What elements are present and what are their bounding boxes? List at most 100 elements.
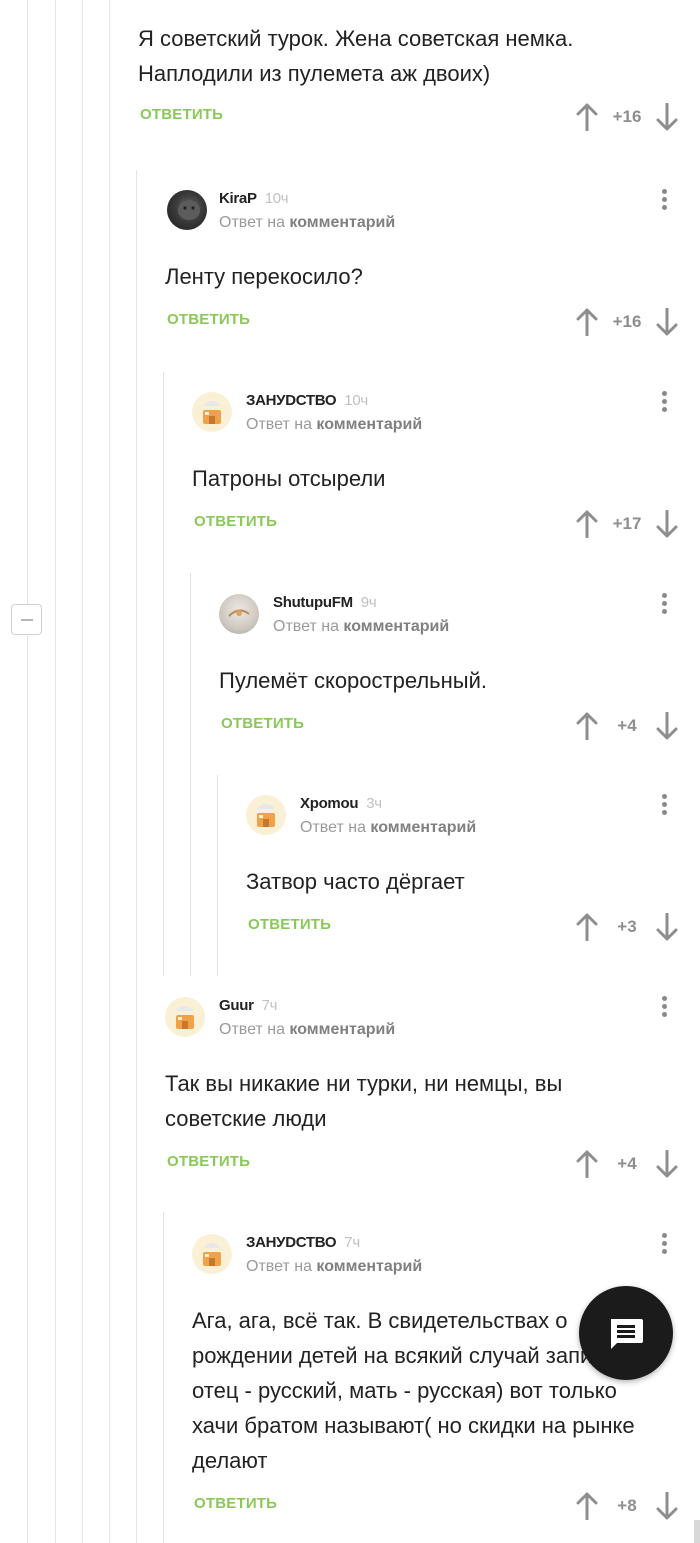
comment-text: Я советский турок. Жена советская немка.… <box>138 26 574 86</box>
avatar[interactable] <box>246 795 286 835</box>
arrow-up-icon[interactable] <box>576 308 598 336</box>
vote-block: +8 <box>576 1486 678 1526</box>
rating: +4 <box>617 716 637 735</box>
comment-time: 10ч <box>264 190 289 207</box>
comment-time: 10ч <box>344 392 368 409</box>
comment-header: ЗАНУDСТВО 7ч Ответ на комментарий <box>192 1233 700 1290</box>
reply-button[interactable]: ОТВЕТИТЬ <box>194 513 277 530</box>
reply-to-line: Ответ на комментарий <box>300 819 477 836</box>
comment: Guur 7ч Ответ на комментарий Так вы никак… <box>165 996 700 1184</box>
arrow-up-icon[interactable] <box>576 1150 598 1178</box>
comment-footer: ОТВЕТИТЬ +17 <box>192 504 700 544</box>
thread-line <box>55 0 56 1543</box>
arrow-down-icon[interactable] <box>656 1492 678 1520</box>
rating: +4 <box>617 1154 637 1173</box>
more-vertical-icon[interactable] <box>654 789 674 819</box>
reply-button[interactable]: ОТВЕТИТЬ <box>221 715 304 732</box>
comment-time: 9ч <box>360 594 377 611</box>
reply-button[interactable]: ОТВЕТИТЬ <box>167 1153 250 1170</box>
reply-to-link[interactable]: комментарий <box>370 819 476 836</box>
rating: +8 <box>617 1496 637 1515</box>
more-vertical-icon[interactable] <box>654 1228 674 1258</box>
thread-line <box>163 372 164 976</box>
comment-text: Затвор часто дёргает <box>246 869 465 894</box>
arrow-up-icon[interactable] <box>576 913 598 941</box>
comment-header: Xpomou 3ч Ответ на комментарий <box>246 794 700 851</box>
avatar[interactable] <box>192 1234 232 1274</box>
author-name[interactable]: KiraP 10ч <box>219 190 289 207</box>
arrow-down-icon[interactable] <box>656 510 678 538</box>
reply-to-link[interactable]: комментарий <box>289 214 395 231</box>
vote-block: +17 <box>576 504 678 544</box>
comment-header: KiraP 10ч Ответ на комментарий <box>165 189 700 246</box>
thread-line <box>217 775 218 976</box>
vote-block: +16 <box>576 302 678 342</box>
reply-button[interactable]: ОТВЕТИТЬ <box>248 916 331 933</box>
arrow-up-icon[interactable] <box>576 103 598 131</box>
author-name[interactable]: Xpomou 3ч <box>300 795 382 812</box>
reply-to-link[interactable]: комментарий <box>289 1021 395 1038</box>
avatar[interactable] <box>167 190 207 230</box>
more-vertical-icon[interactable] <box>654 184 674 214</box>
comment-footer: ОТВЕТИТЬ +16 <box>138 97 700 137</box>
scrollbar[interactable] <box>694 1520 700 1543</box>
rating: +16 <box>612 107 642 126</box>
comment-footer: ОТВЕТИТЬ +4 <box>165 1144 700 1184</box>
reply-to-link[interactable]: комментарий <box>316 1258 422 1275</box>
rating: +16 <box>612 312 642 331</box>
thread-line <box>27 0 28 604</box>
arrow-down-icon[interactable] <box>656 913 678 941</box>
arrow-down-icon[interactable] <box>656 712 678 740</box>
arrow-up-icon[interactable] <box>576 712 598 740</box>
reply-to-link[interactable]: комментарий <box>343 618 449 635</box>
author-name[interactable]: ЗАНУDСТВО 10ч <box>246 392 368 409</box>
thread-line <box>163 1212 164 1543</box>
comment-text: Так вы никакие ни турки, ни немцы, вы со… <box>165 1071 563 1131</box>
author-name[interactable]: ShutupuFM 9ч <box>273 594 377 611</box>
reply-button[interactable]: ОТВЕТИТЬ <box>140 106 223 123</box>
arrow-up-icon[interactable] <box>576 1492 598 1520</box>
avatar[interactable] <box>165 997 205 1037</box>
comment-text: Патроны отсырели <box>192 466 386 491</box>
thread-line <box>82 0 83 1543</box>
reply-button[interactable]: ОТВЕТИТЬ <box>167 311 250 328</box>
arrow-up-icon[interactable] <box>576 510 598 538</box>
avatar[interactable] <box>192 392 232 432</box>
comment-text: Пулемёт скорострельный. <box>219 668 488 693</box>
comment-text: Ленту перекосило? <box>165 264 363 289</box>
rating: +17 <box>612 514 642 533</box>
more-vertical-icon[interactable] <box>654 588 674 618</box>
reply-to-line: Ответ на комментарий <box>273 618 450 635</box>
comment-header: ЗАНУDСТВО 10ч Ответ на комментарий <box>192 391 700 448</box>
comment-footer: ОТВЕТИТЬ +16 <box>165 302 700 342</box>
comment-footer: ОТВЕТИТЬ +8 <box>192 1486 700 1526</box>
more-vertical-icon[interactable] <box>654 991 674 1021</box>
author-name[interactable]: ЗАНУDСТВО 7ч <box>246 1234 360 1251</box>
add-comment-button[interactable] <box>579 1286 673 1380</box>
author-name[interactable]: Guur 7ч <box>219 997 277 1014</box>
reply-button[interactable]: ОТВЕТИТЬ <box>194 1495 277 1512</box>
thread-line <box>109 0 110 1543</box>
comment: ЗАНУDСТВО 7ч Ответ на комментарий Ага, аг… <box>192 1233 700 1526</box>
comment-time: 7ч <box>344 1234 360 1251</box>
avatar[interactable] <box>219 594 259 634</box>
arrow-down-icon[interactable] <box>656 308 678 336</box>
reply-to-link[interactable]: комментарий <box>316 416 422 433</box>
rating: +3 <box>617 917 637 936</box>
reply-to-line: Ответ на комментарий <box>219 1021 396 1038</box>
vote-block: +4 <box>576 1144 678 1184</box>
reply-to-line: Ответ на комментарий <box>246 416 423 433</box>
vote-block: +16 <box>576 97 678 137</box>
comment: Xpomou 3ч Ответ на комментарий Затвор час… <box>246 794 700 947</box>
collapse-thread-button[interactable] <box>11 604 42 635</box>
vote-block: +3 <box>576 907 678 947</box>
arrow-down-icon[interactable] <box>656 103 678 131</box>
thread-line <box>136 170 137 1543</box>
comment-time: 7ч <box>261 997 278 1014</box>
arrow-down-icon[interactable] <box>656 1150 678 1178</box>
comment: ЗАНУDСТВО 10ч Ответ на комментарий Патрон… <box>192 391 700 544</box>
comment: Я советский турок. Жена советская немка.… <box>138 21 700 137</box>
comment: ShutupuFM 9ч Ответ на комментарий Пулемёт… <box>219 593 700 746</box>
vote-block: +4 <box>576 706 678 746</box>
more-vertical-icon[interactable] <box>654 386 674 416</box>
